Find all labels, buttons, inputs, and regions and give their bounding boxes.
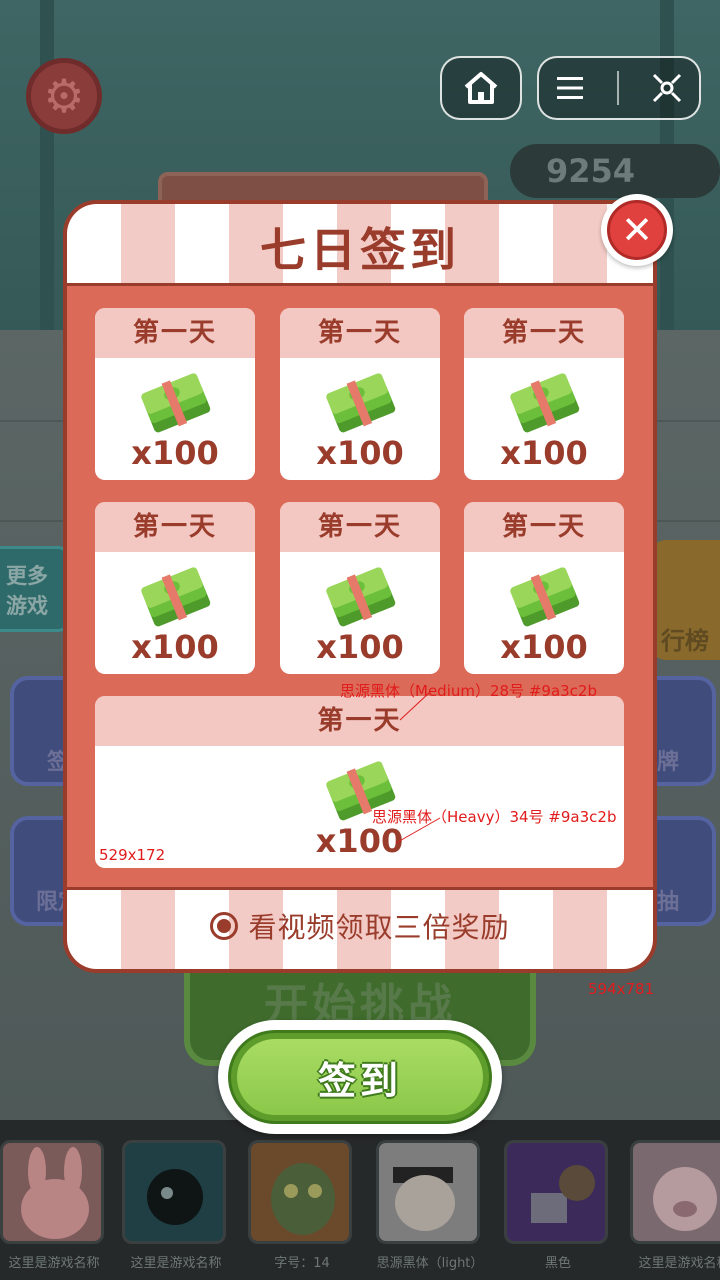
signin-label: 签到 (317, 1058, 402, 1103)
annotation-label-font: 思源黑体（Medium）28号 #9a3c2b (340, 682, 597, 700)
signin-button-body: 签到 (228, 1030, 492, 1124)
signin-button[interactable]: 签到 (218, 1020, 502, 1134)
annotation-card-size: 529x172 (99, 846, 166, 864)
annotation-dialog-size: 594x781 (588, 980, 655, 998)
annotation-amount-font: 思源黑体（Heavy）34号 #9a3c2b (372, 808, 617, 826)
